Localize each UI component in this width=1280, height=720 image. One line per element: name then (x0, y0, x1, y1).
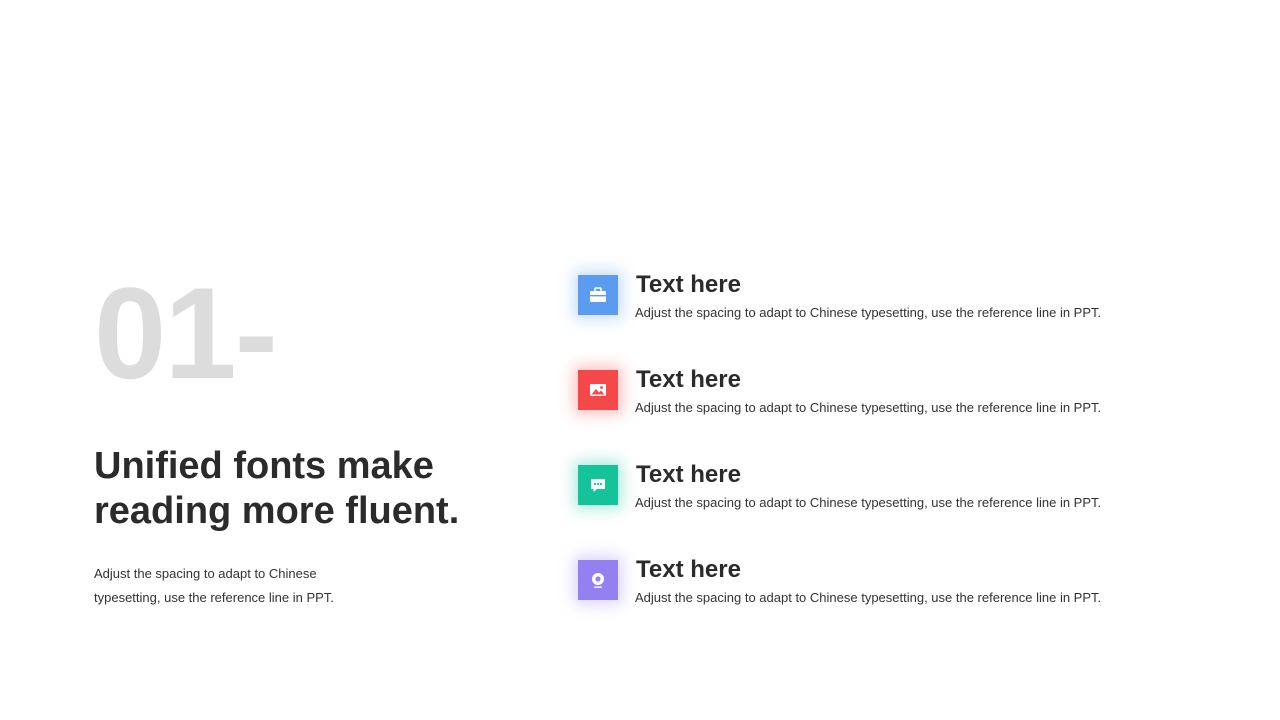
image-icon (578, 370, 618, 410)
slide: 01- Unified fonts make reading more flue… (0, 0, 1280, 720)
feature-item: Text here Adjust the spacing to adapt to… (578, 460, 1198, 555)
feature-item: Text here Adjust the spacing to adapt to… (578, 555, 1198, 650)
headline: Unified fonts make reading more fluent. (94, 444, 534, 534)
feature-title: Text here (636, 461, 741, 488)
body-line-2: typesetting, use the reference line in P… (94, 590, 334, 605)
body-line-1: Adjust the spacing to adapt to Chinese (94, 566, 317, 581)
feature-item: Text here Adjust the spacing to adapt to… (578, 270, 1198, 365)
feature-description: Adjust the spacing to adapt to Chinese t… (635, 400, 1102, 415)
feature-title: Text here (636, 271, 741, 298)
feature-description: Adjust the spacing to adapt to Chinese t… (635, 590, 1102, 605)
headline-line-2: reading more fluent. (94, 490, 460, 532)
feature-title: Text here (636, 366, 741, 393)
chat-icon (578, 465, 618, 505)
headline-line-1: Unified fonts make (94, 445, 434, 487)
feature-item: Text here Adjust the spacing to adapt to… (578, 365, 1198, 460)
location-pin-icon (578, 560, 618, 600)
body-text: Adjust the spacing to adapt to Chinese t… (94, 562, 354, 610)
feature-list: Text here Adjust the spacing to adapt to… (578, 270, 1198, 650)
feature-description: Adjust the spacing to adapt to Chinese t… (635, 305, 1102, 320)
feature-title: Text here (636, 556, 741, 583)
briefcase-icon (578, 275, 618, 315)
feature-description: Adjust the spacing to adapt to Chinese t… (635, 495, 1102, 510)
section-number: 01- (94, 260, 278, 406)
